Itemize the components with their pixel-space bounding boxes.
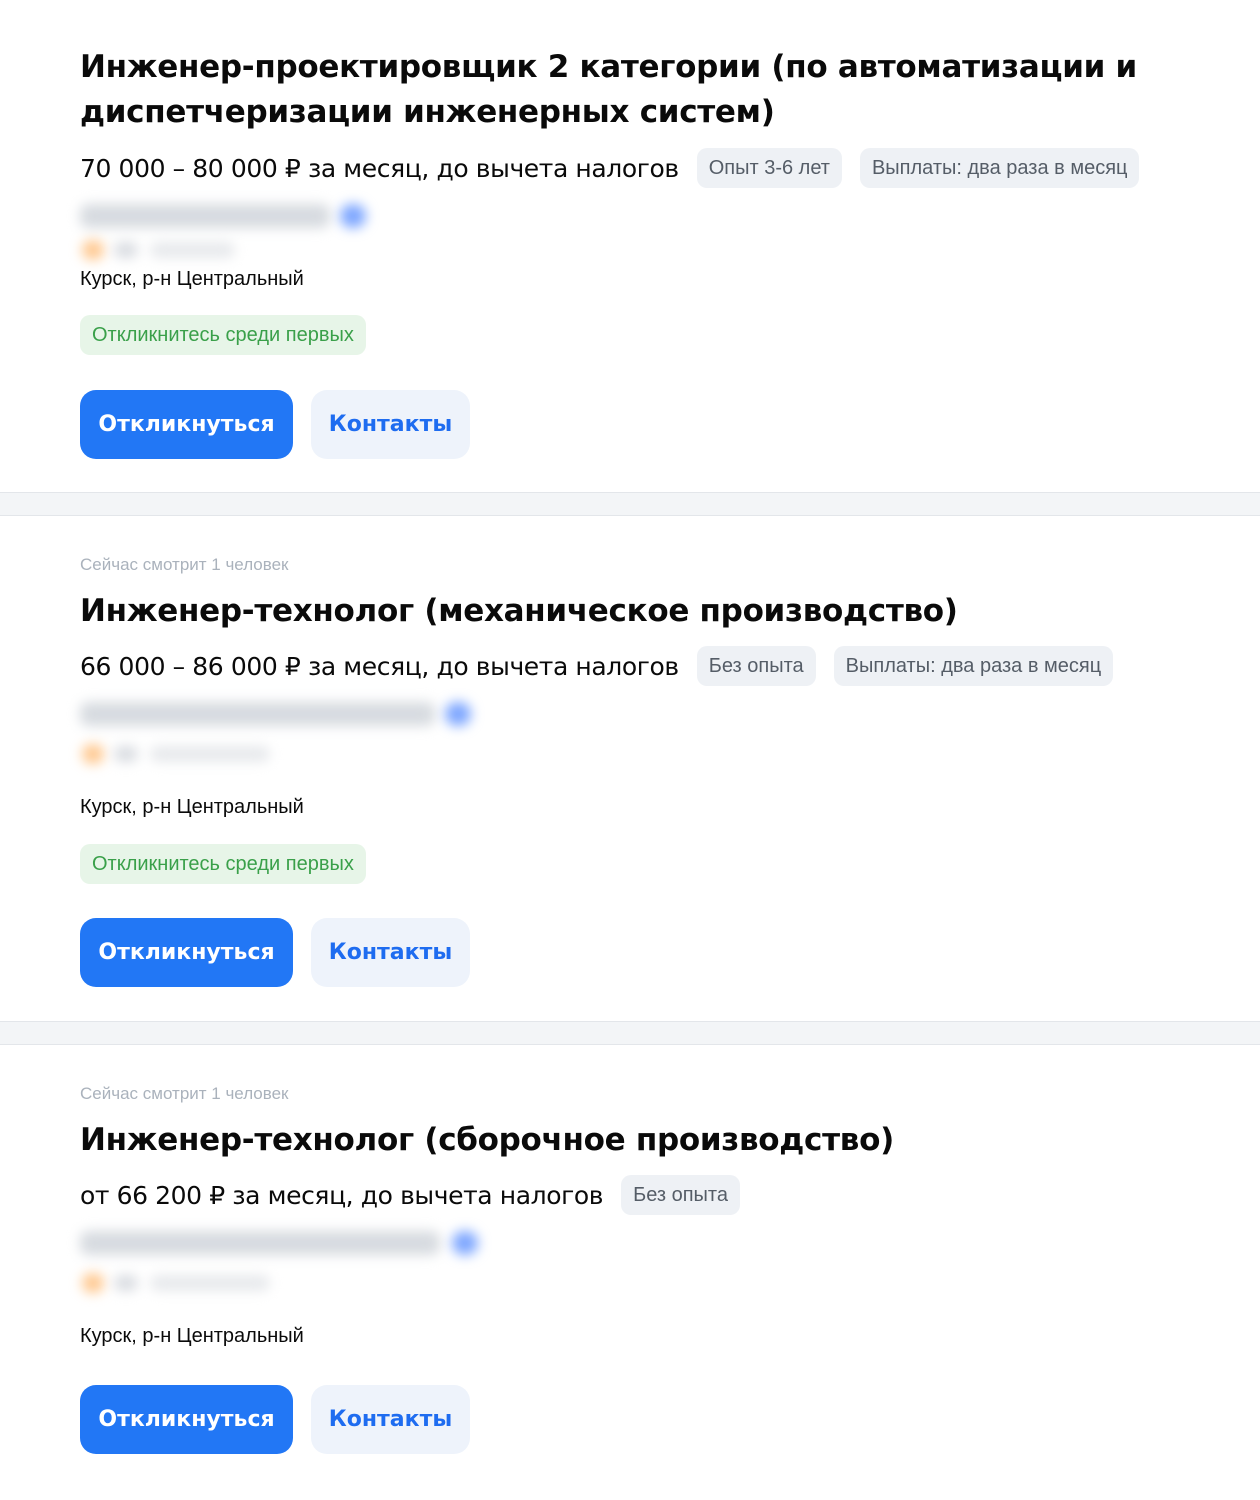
verified-badge-icon (445, 702, 471, 726)
rating-star-icon (82, 744, 104, 764)
viewers-count: Сейчас смотрит 1 человек (80, 555, 289, 574)
card-actions: Откликнуться Контакты (80, 1385, 1200, 1454)
apply-button[interactable]: Откликнуться (80, 390, 293, 459)
experience-chip: Без опыта (621, 1175, 740, 1215)
contacts-button[interactable]: Контакты (311, 1385, 470, 1454)
reviews-count-blurred (150, 746, 270, 762)
salary-row: 66 000 – 86 000 ₽ за месяц, до вычета на… (80, 646, 1200, 686)
vacancy-title[interactable]: Инженер-проектировщик 2 категории (по ав… (80, 45, 1200, 135)
rating-star-icon (82, 1273, 104, 1293)
salary-row: от 66 200 ₽ за месяц, до вычета налогов … (80, 1175, 1200, 1215)
vacancy-card[interactable]: Сейчас смотрит 1 человек Инженер-техноло… (0, 1045, 1260, 1500)
reviews-count-blurred (150, 1275, 270, 1291)
location: Курск, р-н Центральный (80, 796, 304, 818)
experience-chip: Опыт 3-6 лет (696, 148, 842, 188)
salary-row: 70 000 – 80 000 ₽ за месяц, до вычета на… (80, 148, 1200, 188)
apply-button[interactable]: Откликнуться (80, 918, 293, 987)
viewers-count: Сейчас смотрит 1 человек (80, 1084, 289, 1103)
company-info-blurred (80, 694, 1200, 764)
verified-badge-icon (452, 1231, 478, 1255)
card-divider (0, 1021, 1260, 1045)
vacancy-card[interactable]: Сейчас смотрит 1 человек Инженер-техноло… (0, 516, 1260, 1021)
verified-badge-icon (340, 204, 366, 228)
company-name-blurred (80, 1231, 440, 1255)
company-name-blurred (80, 204, 330, 228)
location: Курск, р-н Центральный (80, 1325, 304, 1347)
card-divider (0, 492, 1260, 516)
apply-button[interactable]: Откликнуться (80, 1385, 293, 1454)
rating-value-blurred (114, 242, 138, 258)
vacancy-title[interactable]: Инженер-технолог (механическое производс… (80, 589, 1200, 634)
respond-first-tag: Откликнитесь среди первых (80, 315, 366, 355)
salary: 66 000 – 86 000 ₽ за месяц, до вычета на… (80, 651, 679, 681)
salary: от 66 200 ₽ за месяц, до вычета налогов (80, 1180, 604, 1210)
rating-value-blurred (114, 1275, 138, 1291)
card-actions: Откликнуться Контакты (80, 390, 1200, 459)
payments-chip: Выплаты: два раза в месяц (859, 148, 1140, 188)
respond-first-tag: Откликнитесь среди первых (80, 844, 366, 884)
card-actions: Откликнуться Контакты (80, 918, 1200, 987)
vacancy-card[interactable]: Инженер-проектировщик 2 категории (по ав… (0, 0, 1260, 492)
company-info-blurred (80, 196, 1200, 266)
payments-chip: Выплаты: два раза в месяц (833, 646, 1114, 686)
rating-value-blurred (114, 746, 138, 762)
contacts-button[interactable]: Контакты (311, 390, 470, 459)
vacancy-title[interactable]: Инженер-технолог (сборочное производство… (80, 1118, 1200, 1163)
reviews-count-blurred (150, 242, 235, 258)
company-name-blurred (80, 702, 435, 726)
contacts-button[interactable]: Контакты (311, 918, 470, 987)
rating-star-icon (82, 240, 104, 260)
experience-chip: Без опыта (696, 646, 816, 686)
salary: 70 000 – 80 000 ₽ за месяц, до вычета на… (80, 153, 679, 183)
company-info-blurred (80, 1223, 1200, 1293)
location: Курск, р-н Центральный (80, 268, 304, 290)
